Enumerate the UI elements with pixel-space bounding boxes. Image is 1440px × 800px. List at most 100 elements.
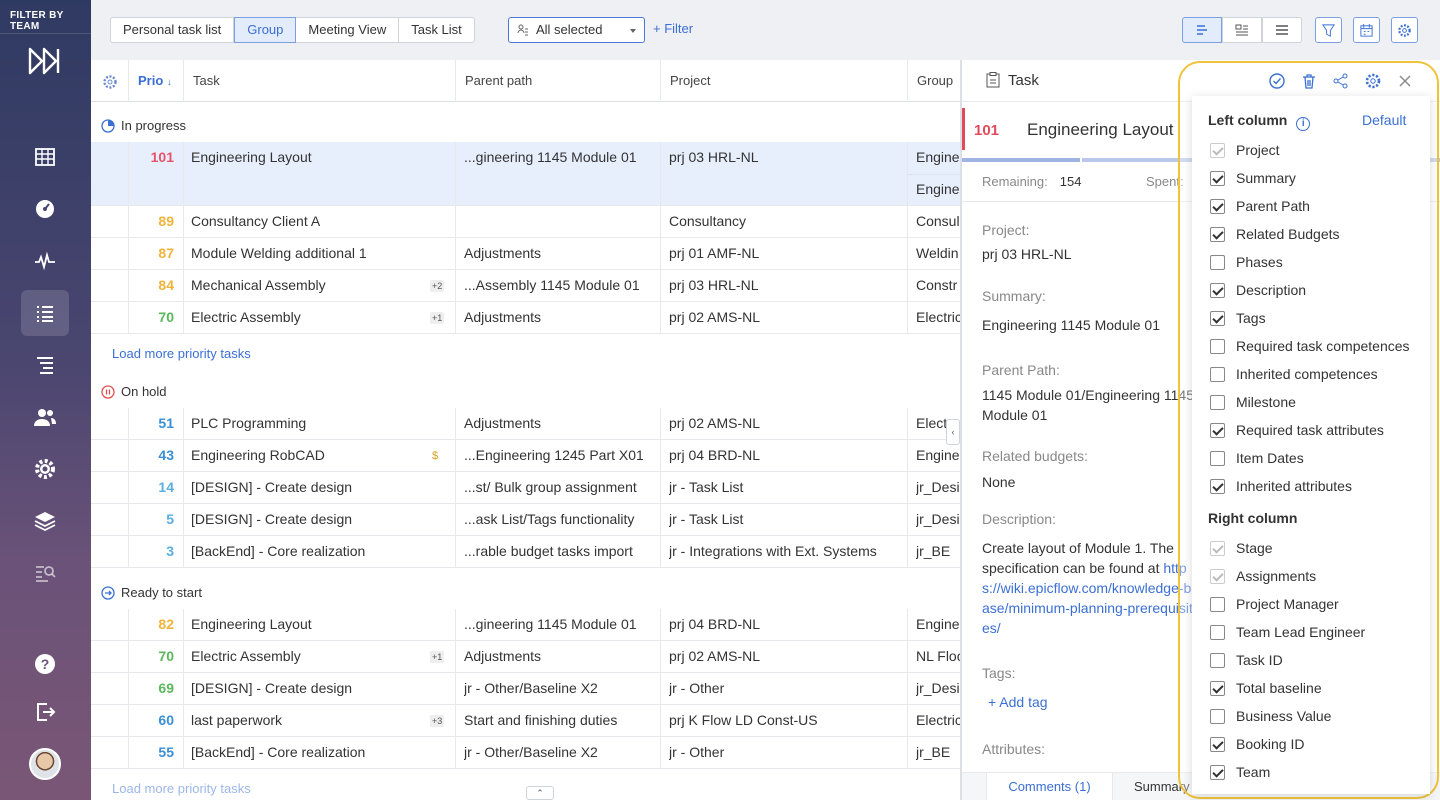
pulse-icon[interactable] — [21, 238, 69, 284]
table-row[interactable]: 51 PLC Programming Adjustments prj 02 AMS-N… — [91, 408, 960, 440]
col-header-prio[interactable]: Prio ↓ — [128, 60, 183, 102]
left-column-option[interactable]: Parent Path — [1210, 196, 1310, 216]
settings-gear-icon[interactable] — [21, 446, 69, 492]
group-title[interactable]: In progress — [101, 118, 186, 133]
layers-icon[interactable] — [21, 498, 69, 544]
table-row[interactable]: 82 Engineering Layout ...gineering 1145 Mo… — [91, 609, 960, 641]
epicflow-logo-icon[interactable] — [28, 46, 64, 76]
checkbox[interactable] — [1210, 680, 1225, 696]
checkbox[interactable] — [1210, 652, 1225, 668]
calendar-grid-icon[interactable] — [21, 134, 69, 180]
checkbox[interactable] — [1210, 708, 1225, 724]
checkbox[interactable] — [1210, 366, 1225, 382]
view-personal-task-list[interactable]: Personal task list — [111, 18, 235, 42]
left-column-option[interactable]: Inherited attributes — [1210, 476, 1352, 496]
right-column-option[interactable]: Total baseline — [1210, 678, 1322, 698]
tab-comments[interactable]: Comments (1) — [986, 773, 1113, 800]
tree-list-icon[interactable] — [21, 342, 69, 388]
table-row[interactable]: 43 Engineering RobCAD $ ...Engineering 1245… — [91, 440, 960, 472]
col-header-project[interactable]: Project — [660, 60, 907, 102]
gantt-view-button[interactable] — [1182, 17, 1222, 43]
left-column-option[interactable]: Required task attributes — [1210, 420, 1384, 440]
add-tag-button[interactable]: + Add tag — [988, 694, 1048, 710]
help-icon[interactable]: ? — [21, 641, 69, 687]
right-column-option[interactable]: Team — [1210, 762, 1270, 782]
add-filter-button[interactable]: + Filter — [653, 21, 693, 36]
checkbox[interactable] — [1210, 450, 1225, 466]
complete-check-icon[interactable] — [1268, 72, 1286, 90]
checkbox[interactable] — [1210, 170, 1225, 186]
table-row[interactable]: 60 last paperwork +3 Start and finishing du… — [91, 705, 960, 737]
right-column-option[interactable]: Team Lead Engineer — [1210, 622, 1365, 642]
left-column-option[interactable]: Milestone — [1210, 392, 1296, 412]
left-column-option[interactable]: Phases — [1210, 252, 1283, 272]
table-row[interactable]: 87 Module Welding additional 1 Adjustments… — [91, 238, 960, 270]
left-column-option[interactable]: Tags — [1210, 308, 1266, 328]
users-icon[interactable] — [21, 394, 69, 440]
resource-view-button[interactable] — [1222, 17, 1262, 43]
detail-task-name[interactable]: Engineering Layout — [1027, 120, 1174, 140]
right-column-option[interactable]: Project Manager — [1210, 594, 1339, 614]
collapse-panel-handle[interactable]: ‹ — [946, 419, 960, 445]
info-icon[interactable]: i — [1296, 117, 1311, 131]
col-header-group[interactable]: Group — [907, 60, 960, 102]
left-column-option[interactable]: Inherited competences — [1210, 364, 1378, 384]
settings-button[interactable] — [1391, 17, 1418, 43]
right-column-option[interactable]: Task ID — [1210, 650, 1283, 670]
left-column-option[interactable]: Summary — [1210, 168, 1296, 188]
close-icon[interactable] — [1396, 72, 1414, 90]
left-column-option[interactable]: Item Dates — [1210, 448, 1304, 468]
checkbox[interactable] — [1210, 254, 1225, 270]
avatar[interactable] — [29, 748, 61, 780]
left-column-option[interactable]: Required task competences — [1210, 336, 1410, 356]
view-group[interactable]: Group — [234, 17, 297, 43]
logout-icon[interactable] — [21, 689, 69, 735]
load-more-link[interactable]: Load more priority tasks — [112, 781, 251, 796]
group-select[interactable]: All selected — [508, 17, 645, 43]
task-list-icon[interactable] — [21, 290, 69, 336]
checkbox[interactable] — [1210, 310, 1225, 326]
table-row[interactable]: 55 [BackEnd] - Core realization jr - Other… — [91, 737, 960, 769]
load-more-link[interactable]: Load more priority tasks — [112, 346, 251, 361]
scroll-up-handle[interactable]: ⌃ — [526, 786, 554, 800]
checkbox[interactable] — [1210, 338, 1225, 354]
table-row[interactable]: 101 Engineering Layout ...gineering 1145 M… — [91, 142, 960, 206]
checkbox[interactable] — [1210, 736, 1225, 752]
checkbox[interactable] — [1210, 422, 1225, 438]
column-settings-gear-icon[interactable] — [102, 74, 118, 90]
view-task-list[interactable]: Task List — [399, 18, 474, 42]
table-row[interactable]: 69 [DESIGN] - Create design jr - Other/Bas… — [91, 673, 960, 705]
checkbox[interactable] — [1210, 226, 1225, 242]
left-column-option[interactable]: Description — [1210, 280, 1306, 300]
checkbox[interactable] — [1210, 282, 1225, 298]
col-header-parent-path[interactable]: Parent path — [455, 60, 660, 102]
table-row[interactable]: 89 Consultancy Client A Consultancy Consul — [91, 206, 960, 238]
view-meeting[interactable]: Meeting View — [296, 18, 400, 42]
table-row[interactable]: 70 Electric Assembly +1 Adjustments prj 02 A… — [91, 302, 960, 334]
left-column-option[interactable]: Related Budgets — [1210, 224, 1340, 244]
delete-trash-icon[interactable] — [1300, 72, 1318, 90]
dashboard-gauge-icon[interactable] — [21, 186, 69, 232]
calendar-button[interactable] — [1353, 17, 1380, 43]
group-title[interactable]: Ready to start — [101, 585, 202, 600]
panel-settings-gear-icon[interactable] — [1364, 72, 1382, 90]
checkbox[interactable] — [1210, 198, 1225, 214]
checkbox[interactable] — [1210, 764, 1225, 780]
right-column-option[interactable]: Booking ID — [1210, 734, 1304, 754]
filter-by-team-label[interactable]: FILTER BY TEAM — [0, 0, 91, 34]
checkbox[interactable] — [1210, 596, 1225, 612]
default-button[interactable]: Default — [1362, 112, 1406, 128]
list-view-button[interactable] — [1262, 17, 1302, 43]
checkbox[interactable] — [1210, 394, 1225, 410]
right-column-option[interactable]: Business Value — [1210, 706, 1331, 726]
priority-filter-button[interactable] — [1315, 17, 1342, 43]
table-row[interactable]: 3 [BackEnd] - Core realization ...rable bu… — [91, 536, 960, 568]
table-row[interactable]: 5 [DESIGN] - Create design ...ask List/Tag… — [91, 504, 960, 536]
table-row[interactable]: 84 Mechanical Assembly +2 ...Assembly 1145 … — [91, 270, 960, 302]
table-row[interactable]: 70 Electric Assembly +1 Adjustments prj 02 A… — [91, 641, 960, 673]
share-icon[interactable] — [1332, 72, 1350, 90]
checkbox[interactable] — [1210, 624, 1225, 640]
col-header-task[interactable]: Task — [183, 60, 456, 102]
analytics-icon[interactable] — [21, 550, 69, 596]
checkbox[interactable] — [1210, 478, 1225, 494]
